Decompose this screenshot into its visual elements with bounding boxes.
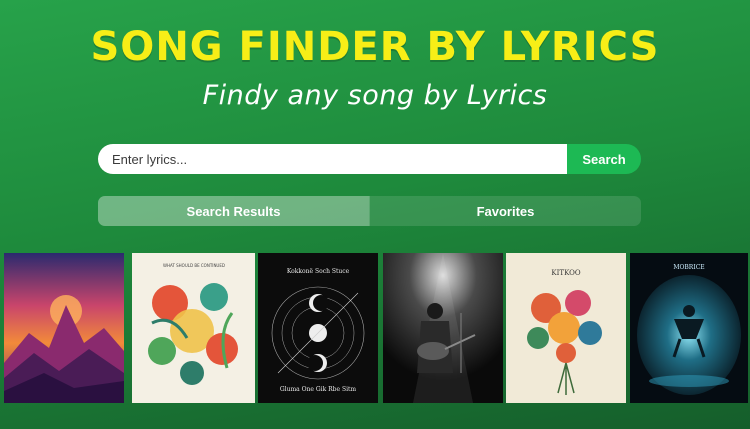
tab-favorites[interactable]: Favorites xyxy=(369,196,641,226)
floral-illustration-art: WHAT SHOULD BE CONTINUED xyxy=(132,253,255,403)
album-cover-concert-guitarist[interactable] xyxy=(383,253,503,403)
album-cover-flower-bouquet[interactable]: KITKOO xyxy=(506,253,626,403)
sunset-mountain-art xyxy=(4,253,124,403)
stage-light-art: MOBRICE xyxy=(630,253,748,403)
results-grid: WHAT SHOULD BE CONTINUED Kokkonë Soch St… xyxy=(4,253,748,403)
page-title: SONG FINDER BY LYRICS xyxy=(90,24,660,70)
album-cover-stage-light[interactable]: MOBRICE xyxy=(630,253,748,403)
search-button[interactable]: Search xyxy=(567,144,641,174)
poster-text: WHAT SHOULD BE CONTINUED xyxy=(163,263,225,268)
album-cover-floral-illustration[interactable]: WHAT SHOULD BE CONTINUED xyxy=(132,253,255,403)
poster-heading: Kokkonë Soch Stuce xyxy=(287,268,350,275)
tab-bar: Search Results Favorites xyxy=(98,196,641,226)
album-cover-moon-phases[interactable]: Kokkonë Soch Stuce Gluma One Gik Rbe Sit… xyxy=(258,253,378,403)
tab-search-results[interactable]: Search Results xyxy=(98,196,369,226)
moon-phases-art: Kokkonë Soch Stuce Gluma One Gik Rbe Sit… xyxy=(258,253,378,403)
search-bar: Search xyxy=(98,144,641,174)
page-subtitle: Findy any song by Lyrics xyxy=(202,80,548,111)
concert-guitarist-art xyxy=(383,253,503,403)
search-input[interactable] xyxy=(98,144,567,174)
poster-heading: MOBRICE xyxy=(673,264,704,271)
album-cover-sunset-mountain[interactable] xyxy=(4,253,124,403)
poster-footer: Gluma One Gik Rbe Sitm xyxy=(280,386,357,393)
poster-heading: KITKOO xyxy=(551,269,580,277)
flower-bouquet-art: KITKOO xyxy=(506,253,626,403)
